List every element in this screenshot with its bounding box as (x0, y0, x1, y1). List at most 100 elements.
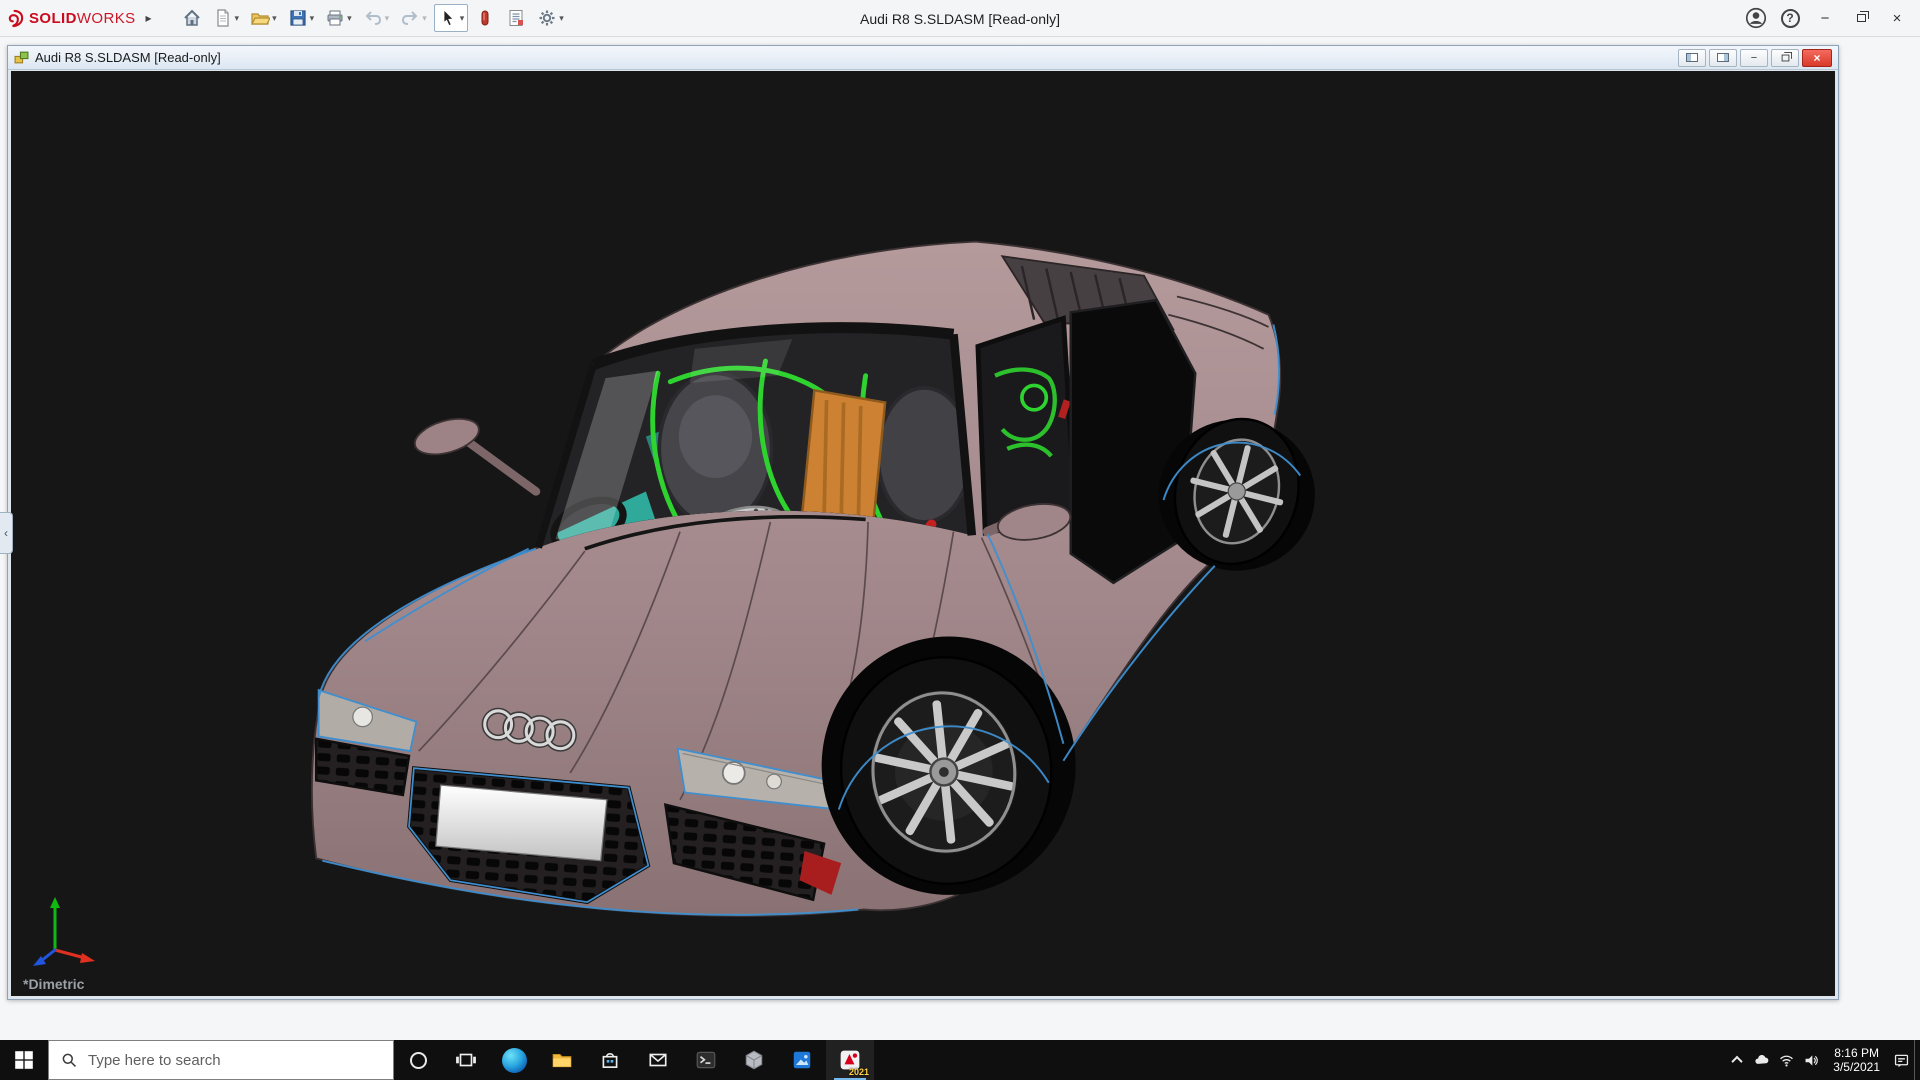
document-title: Audi R8 S.SLDASM [Read-only] (35, 50, 221, 65)
windows-logo-icon (13, 1049, 35, 1071)
redo-button[interactable]: ▾ (396, 4, 431, 32)
document-titlebar[interactable]: Audi R8 S.SLDASM [Read-only] − × (8, 46, 1838, 70)
taskbar-search[interactable]: Type here to search (48, 1040, 394, 1080)
save-button[interactable]: ▾ (284, 4, 319, 32)
pane-right-button[interactable] (1709, 49, 1737, 67)
doc-close-button[interactable]: × (1802, 49, 1832, 67)
pane-right-icon (1717, 53, 1729, 62)
onedrive-tray-button[interactable] (1749, 1040, 1774, 1080)
app-restore-button[interactable] (1844, 0, 1878, 37)
file-explorer-button[interactable] (538, 1040, 586, 1080)
search-icon (61, 1052, 78, 1069)
chevron-up-icon (1731, 1056, 1742, 1067)
app-cube-button[interactable] (730, 1040, 778, 1080)
options-gear-icon (537, 8, 557, 28)
doc-minimize-button[interactable]: − (1740, 49, 1768, 67)
edge-icon (502, 1048, 527, 1073)
store-button[interactable] (586, 1040, 634, 1080)
orientation-triad (25, 890, 105, 970)
volume-tray-button[interactable] (1799, 1040, 1824, 1080)
assembly-icon (14, 50, 29, 65)
mail-button[interactable] (634, 1040, 682, 1080)
restore-icon (1857, 14, 1866, 22)
show-desktop-button[interactable] (1914, 1040, 1920, 1080)
doc-restore-button[interactable] (1771, 49, 1799, 67)
side-window (978, 318, 1076, 532)
account-button[interactable] (1740, 2, 1772, 34)
solidworks-logo[interactable]: SOLIDWORKS (6, 9, 136, 28)
dropdown-caret-icon[interactable]: ▾ (460, 13, 465, 24)
document-window-controls: − × (1678, 49, 1832, 67)
dropdown-caret-icon[interactable]: ▾ (385, 13, 390, 24)
undo-icon (363, 8, 383, 28)
undo-button[interactable]: ▾ (359, 4, 394, 32)
print-icon (325, 8, 345, 28)
cloud-icon (1753, 1052, 1770, 1069)
dassault-systemes-icon (6, 9, 25, 28)
cortana-icon (410, 1052, 427, 1069)
clock-time: 8:16 PM (1834, 1046, 1879, 1060)
network-tray-button[interactable] (1774, 1040, 1799, 1080)
home-icon (182, 8, 202, 28)
home-button[interactable] (178, 4, 206, 32)
help-icon: ? (1781, 9, 1800, 28)
user-icon (1745, 7, 1767, 29)
photos-icon (791, 1049, 813, 1071)
save-icon (288, 8, 308, 28)
store-icon (599, 1049, 621, 1071)
search-placeholder: Type here to search (88, 1052, 221, 1069)
speaker-icon (1803, 1052, 1820, 1069)
minimize-icon: − (1821, 10, 1830, 27)
select-button[interactable]: ▾ (434, 4, 469, 32)
select-cursor-icon (438, 8, 458, 28)
app-close-button[interactable]: × (1880, 0, 1914, 37)
help-button[interactable]: ? (1774, 2, 1806, 34)
cube-icon (743, 1049, 765, 1071)
app-minimize-button[interactable]: − (1808, 0, 1842, 37)
feature-panel-collapse-tab[interactable]: ‹ (0, 512, 13, 554)
task-view-button[interactable] (442, 1040, 490, 1080)
task-view-icon (455, 1049, 477, 1071)
options-button[interactable]: ▾ (533, 4, 568, 32)
dropdown-caret-icon[interactable]: ▾ (235, 13, 240, 24)
new-document-button[interactable]: ▾ (209, 4, 244, 32)
file-properties-button[interactable] (502, 4, 530, 32)
action-center-button[interactable] (1889, 1040, 1914, 1080)
red-capsule-icon (475, 8, 495, 28)
tray-expand-button[interactable] (1724, 1040, 1749, 1080)
restore-icon (1781, 54, 1789, 61)
pane-left-icon (1686, 53, 1698, 62)
3d-viewport[interactable]: *Dimetric (11, 71, 1835, 996)
app-title: Audi R8 S.SLDASM [Read-only] (860, 0, 1060, 37)
solidworks-version-badge: 2021 (849, 1067, 869, 1077)
dropdown-caret-icon[interactable]: ▾ (347, 13, 352, 24)
edge-button[interactable] (490, 1040, 538, 1080)
photos-button[interactable] (778, 1040, 826, 1080)
document-window: Audi R8 S.SLDASM [Read-only] − × (7, 45, 1839, 1000)
start-button[interactable] (0, 1040, 48, 1080)
dropdown-caret-icon[interactable]: ▾ (422, 13, 427, 24)
left-mirror (411, 412, 536, 491)
notification-icon (1893, 1052, 1910, 1069)
console-button[interactable] (682, 1040, 730, 1080)
dropdown-caret-icon[interactable]: ▾ (559, 13, 564, 24)
dropdown-caret-icon[interactable]: ▾ (310, 13, 315, 24)
close-icon: × (1893, 10, 1902, 27)
titlebar-controls: ? − × (1740, 0, 1914, 37)
file-properties-icon (506, 8, 526, 28)
mail-icon (647, 1049, 669, 1071)
new-document-icon (213, 8, 233, 28)
print-button[interactable]: ▾ (321, 4, 356, 32)
system-tray: 8:16 PM 3/5/2021 (1724, 1040, 1920, 1080)
front-wheel (822, 636, 1076, 894)
solidworks-taskbar-button[interactable]: 2021 (826, 1040, 874, 1080)
pane-left-button[interactable] (1678, 49, 1706, 67)
open-button[interactable]: ▾ (246, 4, 281, 32)
cortana-button[interactable] (394, 1040, 442, 1080)
taskbar-clock[interactable]: 8:16 PM 3/5/2021 (1824, 1040, 1889, 1080)
open-folder-icon (250, 8, 270, 28)
red-tool-button[interactable] (471, 4, 499, 32)
menu-expand-arrow[interactable]: ▸ (146, 11, 152, 25)
dropdown-caret-icon[interactable]: ▾ (272, 13, 277, 24)
clock-date: 3/5/2021 (1833, 1060, 1880, 1074)
